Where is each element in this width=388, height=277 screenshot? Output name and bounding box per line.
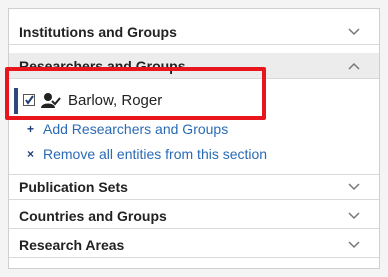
- add-researchers-text[interactable]: Add Researchers and Groups: [43, 121, 228, 137]
- remove-all-entities-link[interactable]: × Remove all entities from this section: [9, 144, 379, 164]
- entity-panel: Institutions and Groups Researchers and …: [8, 8, 380, 269]
- plus-icon: +: [27, 122, 35, 136]
- entity-accent-bar: [14, 88, 18, 114]
- section-title: Countries and Groups: [19, 207, 167, 224]
- entity-name: Barlow, Roger: [68, 92, 163, 109]
- chevron-down-icon[interactable]: [347, 238, 361, 252]
- section-publication-sets[interactable]: Publication Sets: [9, 174, 379, 200]
- add-researchers-link[interactable]: + Add Researchers and Groups: [9, 119, 379, 139]
- entity-checkbox[interactable]: [23, 94, 35, 106]
- remove-all-text[interactable]: Remove all entities from this section: [43, 146, 267, 162]
- chevron-down-icon[interactable]: [347, 25, 361, 39]
- section-institutions-and-groups[interactable]: Institutions and Groups: [9, 19, 379, 45]
- chevron-down-icon[interactable]: [347, 180, 361, 194]
- section-research-areas[interactable]: Research Areas: [9, 232, 379, 258]
- entity-row-barlow-roger[interactable]: Barlow, Roger: [9, 85, 379, 117]
- section-title: Research Areas: [19, 236, 125, 253]
- chevron-down-icon[interactable]: [347, 209, 361, 223]
- section-title: Institutions and Groups: [19, 23, 177, 40]
- section-countries-and-groups[interactable]: Countries and Groups: [9, 203, 379, 229]
- close-icon: ×: [27, 147, 35, 161]
- section-title: Publication Sets: [19, 179, 128, 195]
- section-title: Researchers and Groups: [19, 57, 186, 74]
- section-researchers-and-groups[interactable]: Researchers and Groups: [9, 53, 379, 79]
- chevron-up-icon[interactable]: [347, 59, 361, 73]
- person-group-icon: [41, 92, 61, 109]
